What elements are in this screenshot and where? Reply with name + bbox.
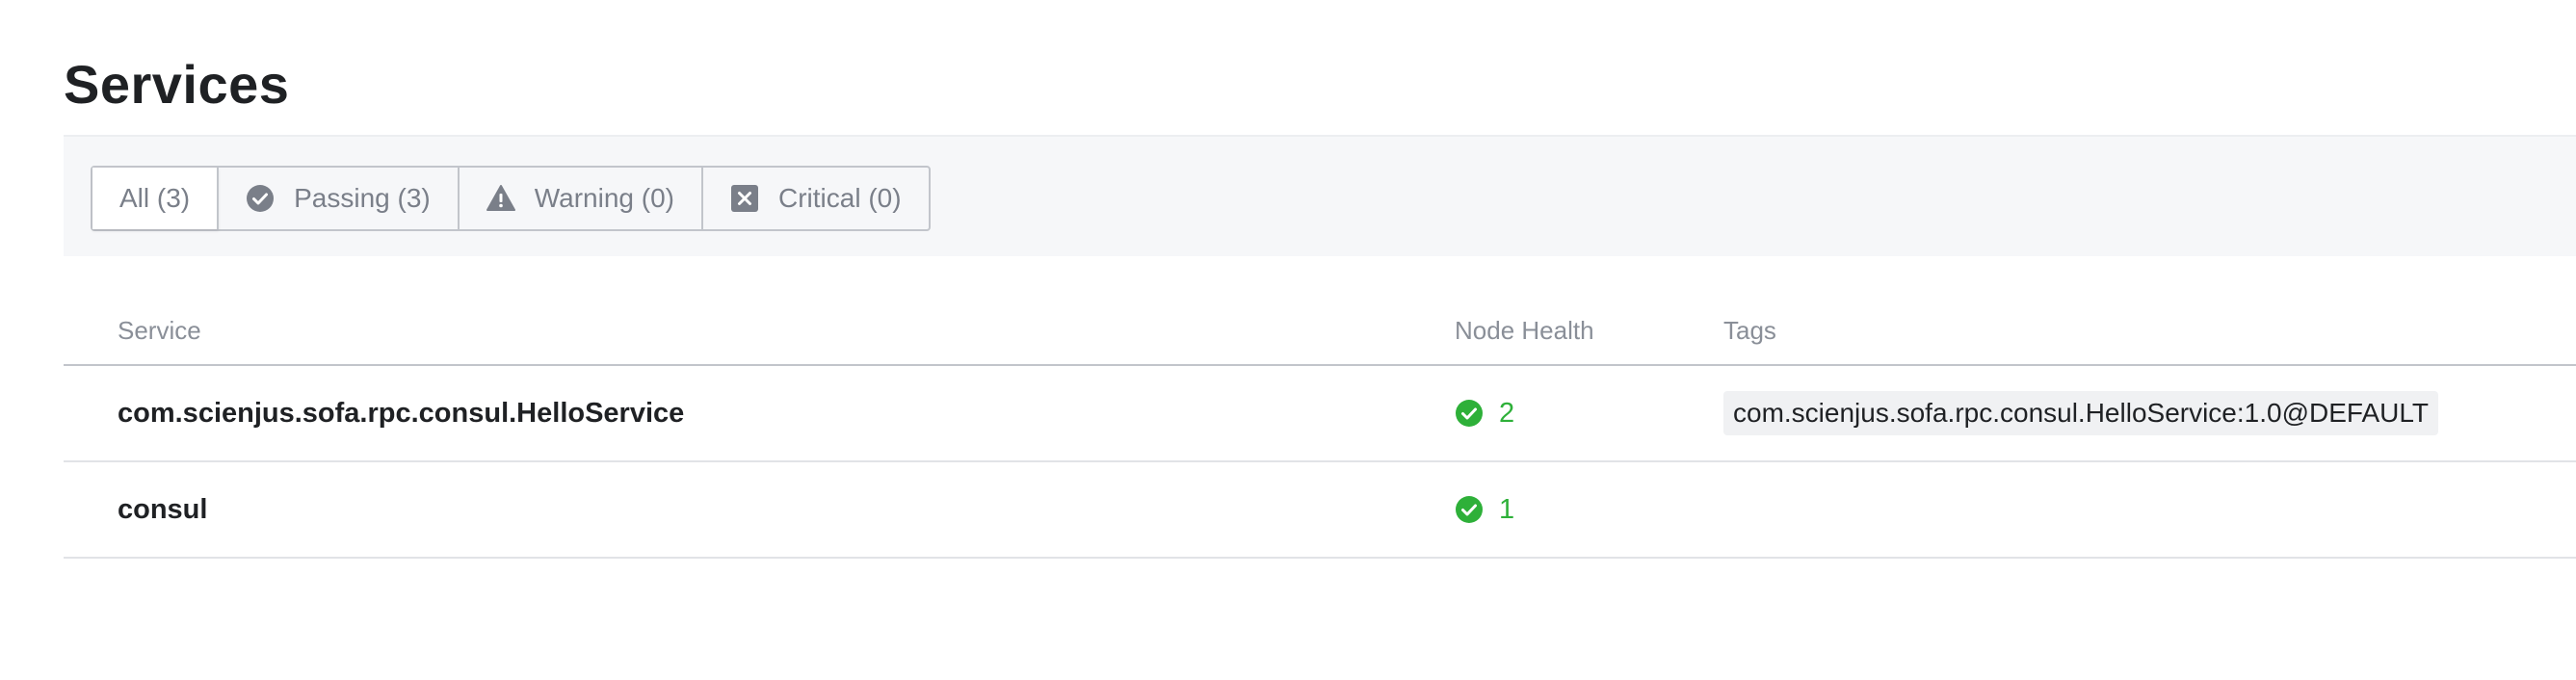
- health-filter-group: All (3) Passing (3) Warning (0) Critical…: [91, 166, 931, 231]
- node-health-count: 1: [1499, 493, 1515, 525]
- service-cell: consul: [118, 462, 207, 557]
- filter-all-label: All (3): [119, 183, 191, 213]
- filter-all-button[interactable]: All (3): [92, 168, 220, 229]
- filter-critical-label: Critical (0): [777, 183, 902, 213]
- service-link[interactable]: com.scienjus.sofa.rpc.consul.HelloServic…: [118, 398, 684, 430]
- filter-bar: All (3) Passing (3) Warning (0) Critical…: [64, 135, 2576, 256]
- check-circle-icon: [246, 184, 275, 213]
- column-header-service[interactable]: Service: [118, 316, 201, 346]
- page-title: Services: [64, 54, 290, 115]
- table-row[interactable]: consul 1: [64, 462, 2576, 559]
- column-header-tags[interactable]: Tags: [1723, 316, 1776, 346]
- services-table: Service Node Health Tags com.scienjus.so…: [64, 299, 2576, 559]
- x-square-icon: [730, 184, 759, 213]
- node-health-status: 2: [1455, 398, 1514, 430]
- check-circle-icon: [1455, 495, 1484, 524]
- services-page: Services All (3) Passing (3) Warning (0)…: [0, 0, 2576, 680]
- service-cell: com.scienjus.sofa.rpc.consul.HelloServic…: [118, 366, 684, 460]
- table-row[interactable]: com.scienjus.sofa.rpc.consul.HelloServic…: [64, 366, 2576, 462]
- node-health-count: 2: [1499, 397, 1515, 429]
- node-health-status: 1: [1455, 494, 1514, 526]
- table-header: Service Node Health Tags: [64, 299, 2576, 366]
- node-health-cell: 2: [1455, 366, 1514, 460]
- filter-passing-button[interactable]: Passing (3): [219, 168, 460, 229]
- check-circle-icon: [1455, 399, 1484, 428]
- filter-critical-button[interactable]: Critical (0): [703, 168, 929, 229]
- service-link[interactable]: consul: [118, 494, 207, 526]
- tags-cell: com.scienjus.sofa.rpc.consul.HelloServic…: [1723, 366, 2438, 460]
- tag-badge: com.scienjus.sofa.rpc.consul.HelloServic…: [1723, 391, 2438, 435]
- warning-triangle-icon: [486, 184, 515, 213]
- filter-passing-label: Passing (3): [294, 183, 431, 213]
- node-health-cell: 1: [1455, 462, 1514, 557]
- column-header-node-health[interactable]: Node Health: [1455, 316, 1594, 346]
- filter-warning-button[interactable]: Warning (0): [460, 168, 703, 229]
- filter-warning-label: Warning (0): [534, 183, 674, 213]
